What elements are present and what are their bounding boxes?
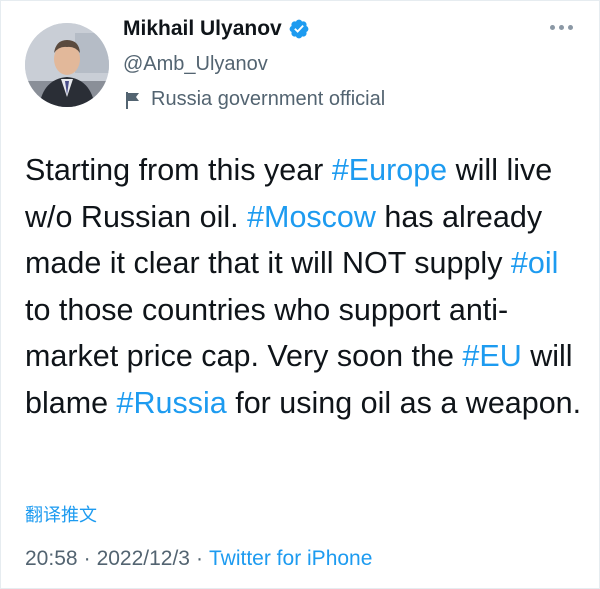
author-name-row: Mikhail Ulyanov	[123, 17, 310, 41]
tweet-text: Starting from this year #Europe will liv…	[25, 147, 585, 427]
tweet-text-segment: to those countries who support anti-mark…	[25, 292, 509, 374]
tweet-meta: 20:58 · 2022/12/3 · Twitter for iPhone	[25, 547, 372, 571]
tweet-source-link[interactable]: Twitter for iPhone	[209, 547, 372, 571]
hashtag-moscow[interactable]: #Moscow	[247, 200, 376, 234]
government-label-text: Russia government official	[151, 88, 386, 110]
tweet-date[interactable]: 2022/12/3	[97, 547, 190, 571]
author-handle[interactable]: @Amb_Ulyanov	[123, 53, 268, 76]
verified-badge-icon	[288, 18, 310, 40]
hashtag-russia[interactable]: #Russia	[117, 386, 227, 420]
author-display-name[interactable]: Mikhail Ulyanov	[123, 17, 282, 41]
meta-separator: ·	[83, 547, 91, 570]
tweet-text-segment: for using oil as a weapon.	[226, 385, 582, 420]
hashtag-oil[interactable]: #oil	[511, 246, 558, 280]
translate-tweet-link[interactable]: 翻译推文	[25, 501, 97, 527]
avatar[interactable]	[25, 23, 109, 107]
hashtag-europe[interactable]: #Europe	[332, 153, 447, 187]
tweet-card: Mikhail Ulyanov @Amb_Ulyanov Russia gove…	[0, 0, 600, 589]
meta-separator: ·	[196, 547, 203, 570]
government-label[interactable]: Russia government official	[123, 88, 385, 111]
tweet-text-segment: Starting from this year	[25, 153, 332, 187]
flag-icon	[123, 90, 143, 110]
more-options-icon[interactable]	[550, 25, 573, 30]
hashtag-eu[interactable]: #EU	[462, 339, 521, 373]
tweet-time[interactable]: 20:58	[25, 547, 78, 571]
